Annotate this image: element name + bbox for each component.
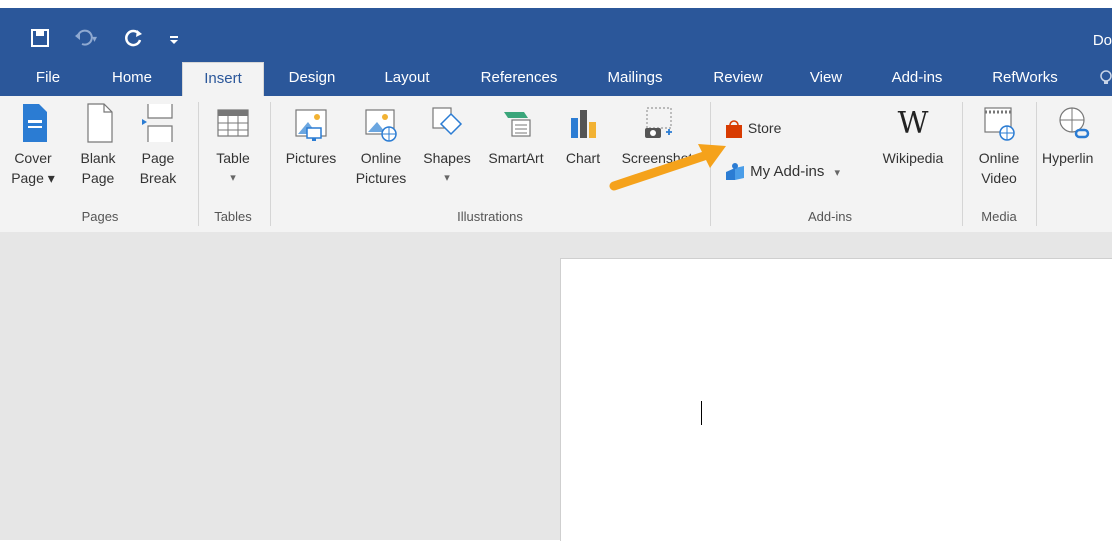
- tab-file[interactable]: File: [22, 60, 74, 96]
- tab-review[interactable]: Review: [698, 60, 778, 96]
- my-add-ins-label: My Add-ins: [750, 163, 825, 180]
- tell-me-icon[interactable]: [1096, 60, 1112, 96]
- blank-page-button[interactable]: Blank Page: [72, 102, 124, 188]
- group-separator: [1036, 102, 1037, 226]
- online-pictures-icon: [365, 109, 397, 142]
- blank-page-label-2: Page: [81, 170, 115, 186]
- undo-icon[interactable]: ▾: [74, 28, 100, 54]
- table-label: Table: [216, 150, 250, 166]
- tab-add-ins[interactable]: Add-ins: [874, 60, 960, 96]
- group-label-illustrations: Illustrations: [457, 209, 523, 224]
- tab-view[interactable]: View: [796, 60, 856, 96]
- group-label-tables: Tables: [214, 209, 252, 224]
- wikipedia-icon: W: [897, 106, 929, 141]
- online-video-label-1: Online: [978, 150, 1020, 166]
- hyperlink-icon: [1059, 107, 1090, 139]
- blank-page-label-1: Blank: [80, 150, 116, 166]
- title-bar: ▾ Do: [0, 8, 1112, 60]
- blank-page-icon: [87, 103, 113, 143]
- smartart-label: SmartArt: [488, 150, 544, 166]
- group-label-add-ins: Add-ins: [807, 209, 853, 224]
- tab-insert[interactable]: Insert: [182, 62, 264, 97]
- table-icon: [217, 109, 249, 137]
- page-break-label-1: Page: [141, 150, 175, 166]
- smartart-icon: [504, 112, 531, 137]
- text-cursor: [701, 401, 702, 425]
- online-pictures-label-2: Pictures: [355, 170, 407, 186]
- customize-qat-icon[interactable]: [168, 28, 180, 55]
- shapes-button[interactable]: Shapes ▾: [416, 102, 478, 188]
- online-video-icon: [984, 107, 1015, 141]
- redo-icon[interactable]: [124, 28, 144, 54]
- shapes-label: Shapes: [423, 150, 471, 166]
- group-separator: [198, 102, 199, 226]
- pictures-label: Pictures: [285, 150, 337, 166]
- page-break-icon: [142, 104, 173, 142]
- document-title: Do: [1092, 32, 1112, 49]
- online-pictures-label-1: Online: [360, 150, 402, 166]
- my-add-ins-button[interactable]: My Add-ins ▾: [724, 160, 840, 184]
- shapes-icon: [432, 107, 463, 136]
- cover-page-label-2: Page ▾: [11, 170, 55, 186]
- online-pictures-button[interactable]: Online Pictures: [348, 102, 414, 188]
- wikipedia-label: Wikipedia: [882, 150, 944, 166]
- tab-refworks[interactable]: RefWorks: [978, 60, 1072, 96]
- ribbon: Cover Page ▾ Blank Page Page Break Pages…: [0, 96, 1112, 233]
- svg-text:▾: ▾: [92, 34, 97, 45]
- annotation-arrow: [609, 144, 726, 191]
- smartart-button[interactable]: SmartArt: [480, 102, 552, 168]
- tab-layout[interactable]: Layout: [368, 60, 446, 96]
- online-video-label-2: Video: [981, 170, 1017, 186]
- tab-design[interactable]: Design: [276, 60, 348, 96]
- group-label-pages: Pages: [81, 209, 119, 224]
- pictures-icon: [295, 109, 327, 141]
- hyperlink-label: Hyperlin: [1042, 150, 1094, 166]
- shapes-dropdown-arrow: ▾: [444, 172, 450, 184]
- cover-page-button[interactable]: Cover Page ▾: [4, 102, 62, 188]
- my-add-ins-dropdown-arrow: ▾: [834, 167, 841, 179]
- ribbon-tabs: File Home Insert Design Layout Reference…: [0, 60, 1112, 97]
- tab-references[interactable]: References: [466, 60, 572, 96]
- document-page[interactable]: [560, 258, 1112, 541]
- save-icon[interactable]: [30, 28, 50, 54]
- group-separator: [270, 102, 271, 226]
- group-separator: [962, 102, 963, 226]
- page-break-button[interactable]: Page Break: [132, 102, 184, 188]
- hyperlink-button[interactable]: Hyperlin: [1042, 102, 1112, 168]
- online-video-button[interactable]: Online Video: [970, 102, 1028, 188]
- chart-icon: [571, 110, 596, 138]
- store-label: Store: [747, 120, 782, 136]
- tab-mailings[interactable]: Mailings: [592, 60, 678, 96]
- pictures-button[interactable]: Pictures: [278, 102, 344, 168]
- wikipedia-button[interactable]: W Wikipedia: [872, 102, 954, 168]
- tab-home[interactable]: Home: [100, 60, 164, 96]
- group-label-media: Media: [981, 209, 1017, 224]
- cover-page-icon: [23, 104, 47, 142]
- table-dropdown-arrow: ▾: [230, 172, 236, 184]
- page-break-label-2: Break: [139, 170, 177, 186]
- cover-page-label-1: Cover: [14, 150, 52, 166]
- table-button[interactable]: Table ▾: [204, 102, 262, 188]
